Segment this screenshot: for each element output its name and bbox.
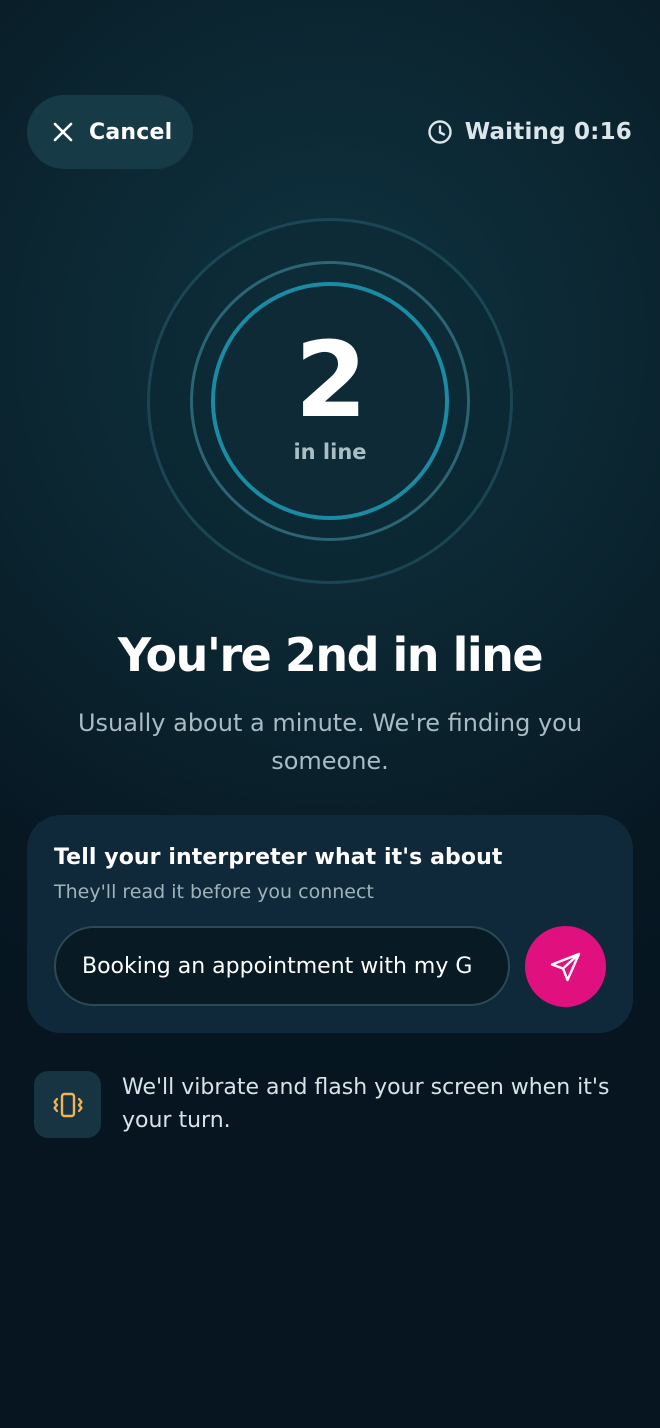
cancel-label: Cancel bbox=[89, 119, 173, 145]
context-card-subtitle: They'll read it before you connect bbox=[54, 881, 374, 903]
waiting-label: Waiting 0:16 bbox=[464, 119, 632, 145]
status-subline: Usually about a minute. We're finding yo… bbox=[77, 709, 583, 775]
send-icon bbox=[550, 952, 580, 981]
send-button[interactable] bbox=[525, 926, 606, 1007]
waiting-timer: Waiting 0:16 bbox=[427, 112, 632, 152]
context-card-title: Tell your interpreter what it's about bbox=[54, 845, 503, 870]
close-icon bbox=[53, 122, 73, 142]
vibrate-icon bbox=[52, 1092, 83, 1117]
context-card: Tell your interpreter what it's about Th… bbox=[27, 815, 633, 1033]
queue-position-number: 2 bbox=[294, 319, 367, 441]
vibrate-icon-box bbox=[34, 1071, 101, 1138]
queue-position-caption: in line bbox=[293, 440, 367, 464]
clock-icon bbox=[428, 120, 452, 144]
context-input[interactable] bbox=[54, 926, 510, 1006]
cancel-button[interactable]: Cancel bbox=[27, 95, 193, 169]
status-headline: You're 2nd in line bbox=[117, 628, 544, 682]
queue-position-indicator: 2 in line bbox=[147, 218, 513, 584]
notice-text: We'll vibrate and flash your screen when… bbox=[122, 1075, 610, 1133]
